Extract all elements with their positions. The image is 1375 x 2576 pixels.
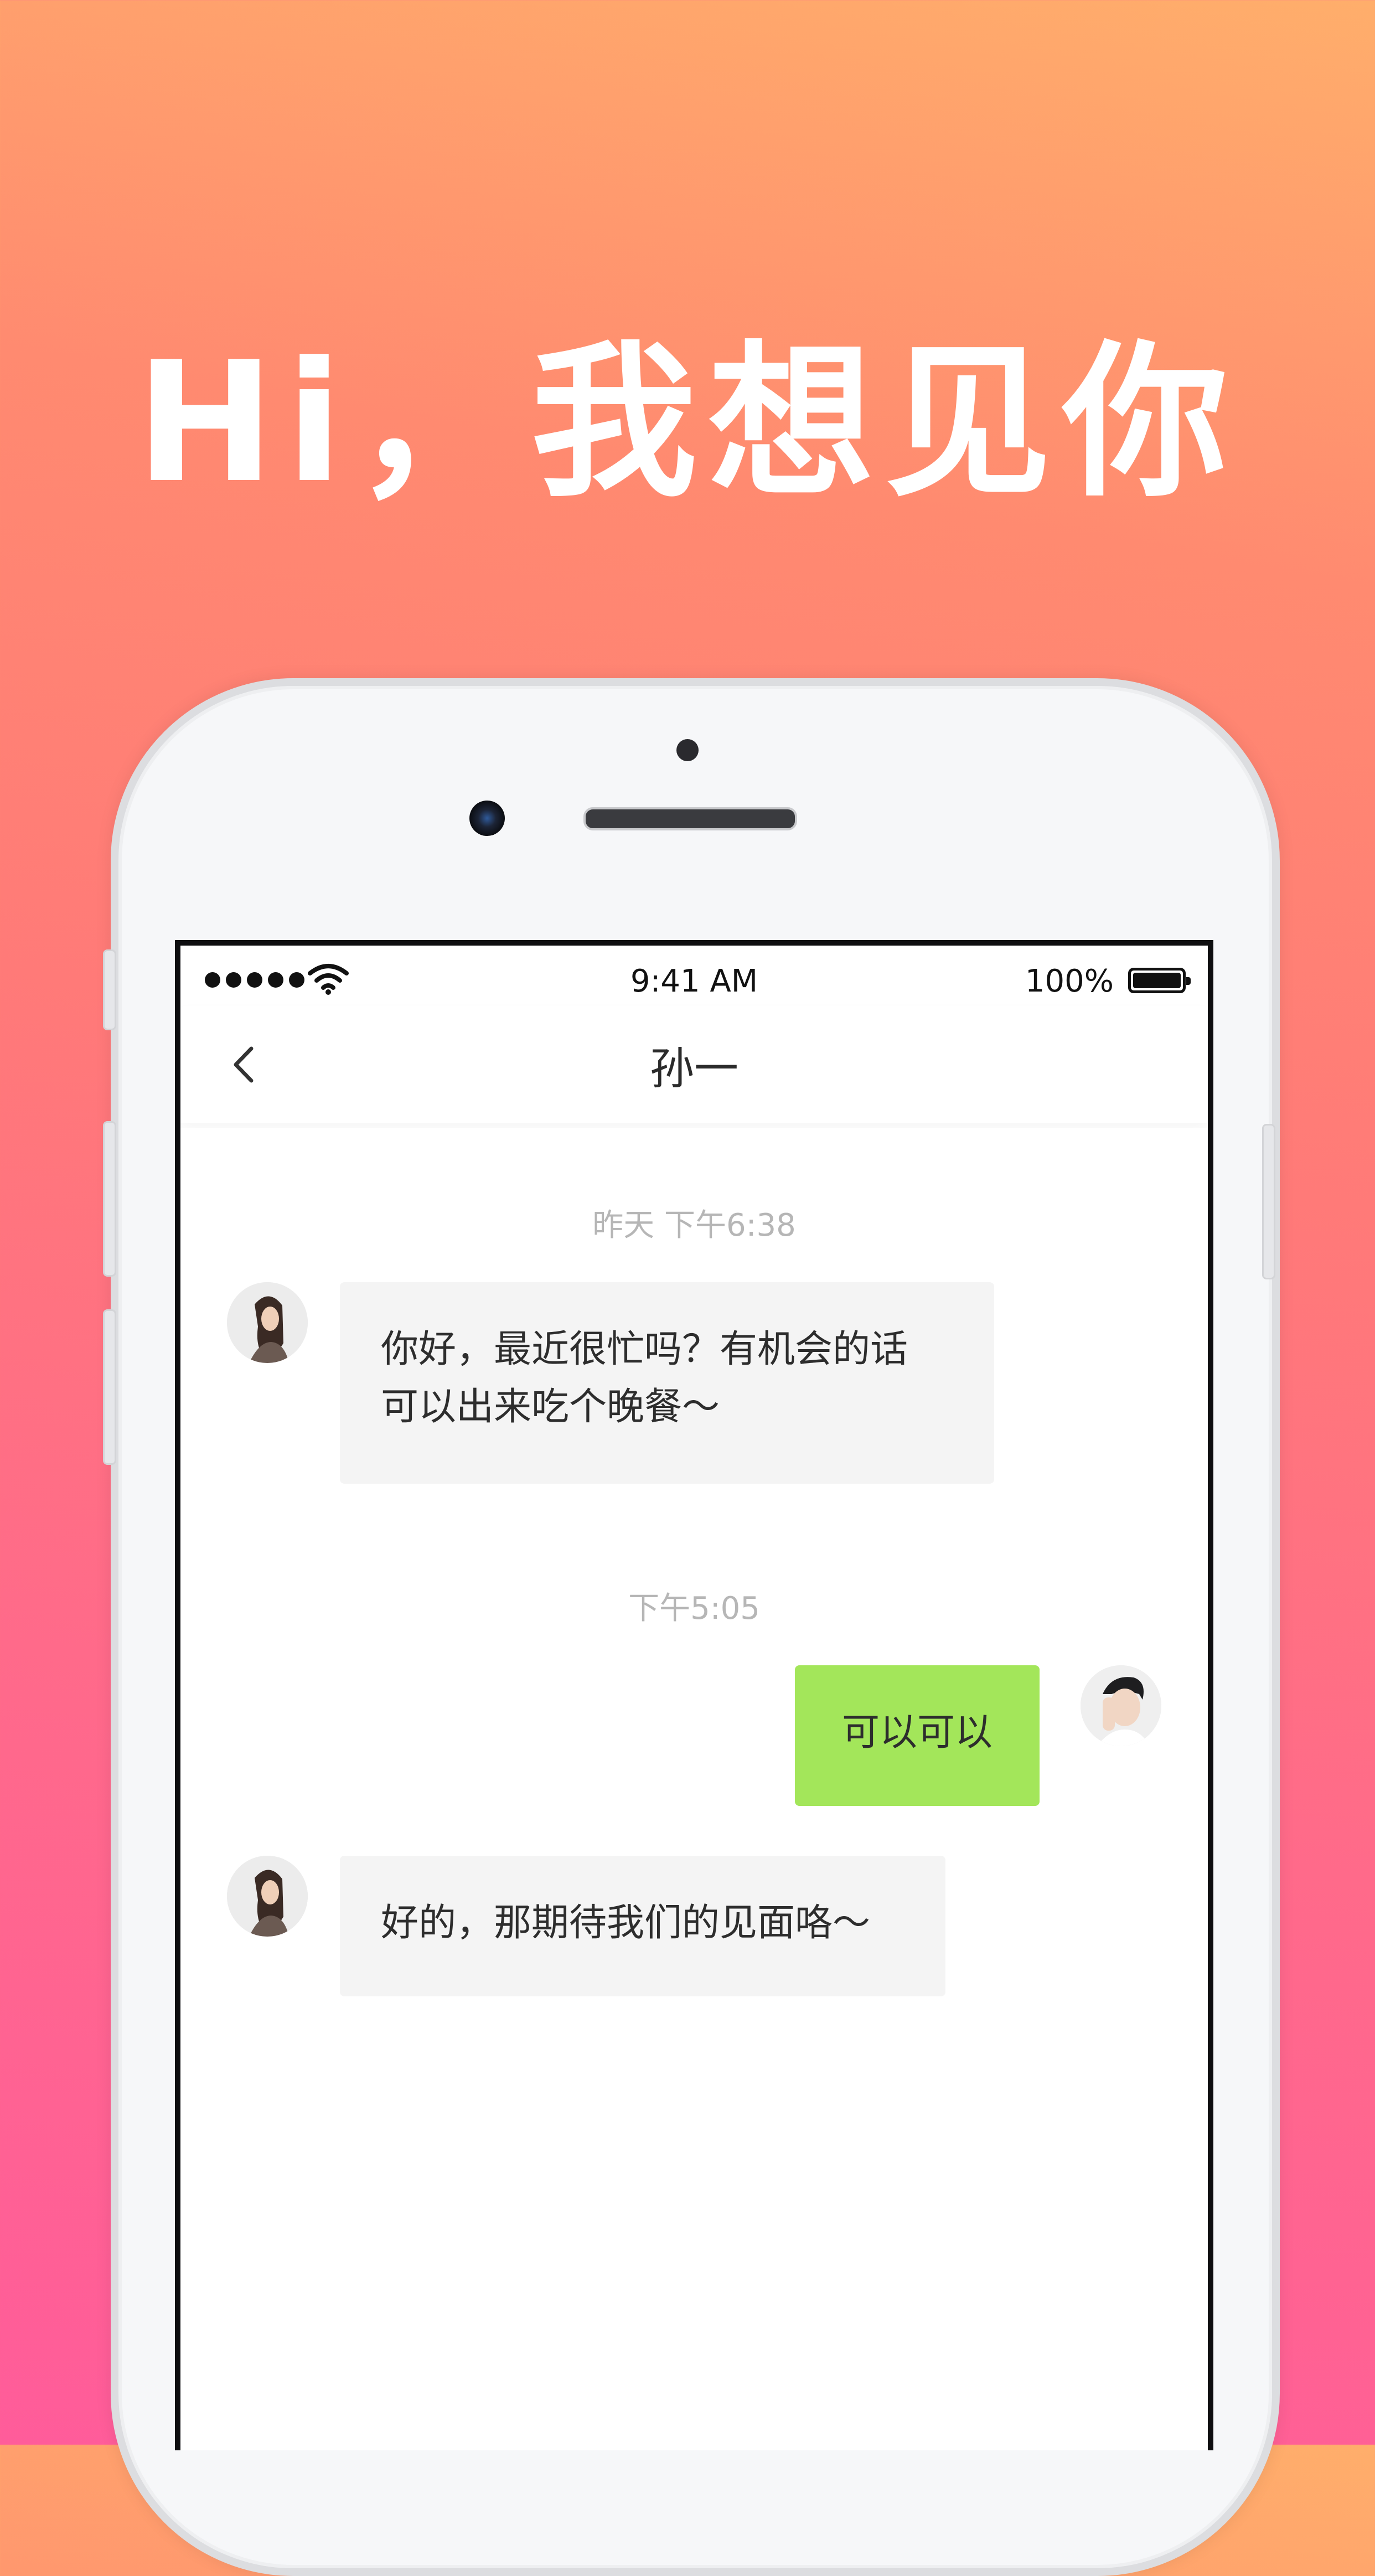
message-line: 你好，最近很忙吗？有机会的话 xyxy=(381,1328,908,1371)
volume-up-button xyxy=(103,1121,116,1277)
avatar-female xyxy=(227,1856,308,1937)
contact-avatar[interactable] xyxy=(227,1282,308,1363)
status-bar: 9:41 AM 100% xyxy=(180,946,1208,1006)
avatar-female xyxy=(227,1282,308,1363)
outgoing-message-bubble[interactable]: 可以可以 xyxy=(795,1665,1040,1806)
battery-percentage: 100% xyxy=(1025,963,1114,999)
phone-screen: 9:41 AM 100% 孙一 昨天 下午6:38 你好，最近很忙吗？有机会的话… xyxy=(175,940,1213,2450)
message-line: 可以出来吃个晚餐～ xyxy=(381,1385,720,1429)
message-timestamp: 下午5:05 xyxy=(628,1591,760,1627)
chat-contact-name: 孙一 xyxy=(650,1043,738,1095)
avatar-male xyxy=(1081,1665,1161,1746)
power-button xyxy=(1262,1124,1275,1279)
chat-nav-bar: 孙一 xyxy=(180,1006,1208,1123)
message-text: 可以可以 xyxy=(841,1711,993,1754)
message-timestamp: 昨天 下午6:38 xyxy=(592,1207,796,1243)
battery-icon xyxy=(1128,968,1191,993)
contact-avatar[interactable] xyxy=(227,1856,308,1937)
earpiece-speaker xyxy=(583,807,797,830)
incoming-message-bubble[interactable]: 你好，最近很忙吗？有机会的话 可以出来吃个晚餐～ xyxy=(340,1282,994,1484)
mute-switch xyxy=(103,949,116,1030)
front-camera-dot xyxy=(676,739,699,761)
message-text: 好的，那期待我们的见面咯～ xyxy=(381,1901,871,1945)
front-camera-lens xyxy=(469,801,505,836)
chat-message-list[interactable]: 昨天 下午6:38 你好，最近很忙吗？有机会的话 可以出来吃个晚餐～ 下午5:0… xyxy=(180,1128,1208,2450)
volume-down-button xyxy=(103,1309,116,1465)
self-avatar[interactable] xyxy=(1081,1665,1161,1746)
incoming-message-bubble[interactable]: 好的，那期待我们的见面咯～ xyxy=(340,1856,945,1996)
promo-headline: Hi，我想见你 xyxy=(136,326,1239,519)
